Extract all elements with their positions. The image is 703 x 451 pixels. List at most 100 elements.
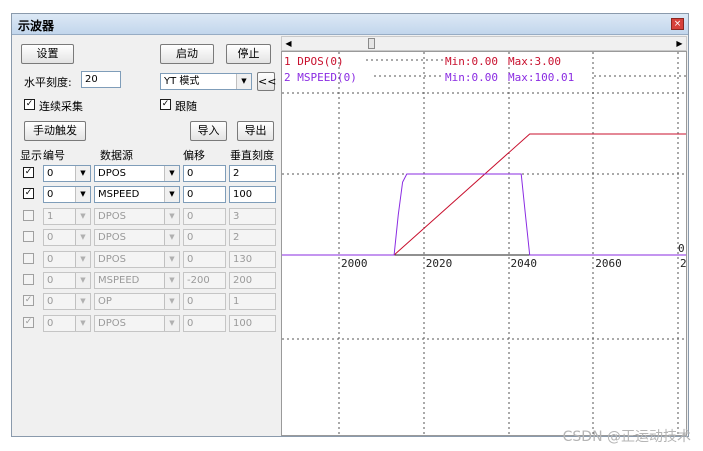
stop-button[interactable]: 停止 xyxy=(226,44,271,64)
row-source-value: MSPEED xyxy=(98,189,140,200)
chevron-down-icon: ▼ xyxy=(164,209,179,224)
series-line-1 xyxy=(282,133,686,256)
row-index-select[interactable]: 0 ▼ xyxy=(43,186,91,203)
row-index-value: 0 xyxy=(47,168,54,179)
scope-plot: 2000 2020 2040 2060 20(0 1 DPOS(0) Min:0.00 Max… xyxy=(282,52,686,435)
row-index-value: 0 xyxy=(47,232,54,243)
row-vscale-input[interactable]: 100 xyxy=(229,186,276,203)
oscilloscope-window: 示波器 × 设置 启动 停止 水平刻度: 20 YT 模式 ▼ << ✓ 连续采… xyxy=(11,13,689,437)
header-source: 数据源 xyxy=(100,149,133,162)
row-index-value: 0 xyxy=(47,296,54,307)
row-offset-input[interactable]: 0 xyxy=(183,229,226,246)
row-index-value: 0 xyxy=(47,318,54,329)
chevron-down-icon: ▼ xyxy=(75,294,90,309)
row-index-select[interactable]: 0 ▼ xyxy=(43,272,91,289)
row-source-select[interactable]: OP ▼ xyxy=(94,293,180,310)
row-index-select[interactable]: 0 ▼ xyxy=(43,165,91,182)
x-tick-label: 2020 xyxy=(426,257,453,270)
row-source-select[interactable]: DPOS ▼ xyxy=(94,229,180,246)
row-offset-input[interactable]: 0 xyxy=(183,315,226,332)
row-show-checkbox[interactable]: ✓ xyxy=(23,317,34,328)
row-vscale-input[interactable]: 100 xyxy=(229,315,276,332)
chevron-down-icon: ▼ xyxy=(164,252,179,267)
row-show-checkbox[interactable]: ✓ xyxy=(23,295,34,306)
row-source-select[interactable]: DPOS ▼ xyxy=(94,315,180,332)
row-source-select[interactable]: MSPEED ▼ xyxy=(94,186,180,203)
window-title: 示波器 xyxy=(18,19,55,33)
channel-label: 1 DPOS(0) xyxy=(284,55,344,68)
row-show-checkbox[interactable] xyxy=(23,231,34,242)
row-show-checkbox[interactable]: ✓ xyxy=(23,167,34,178)
row-index-value: 0 xyxy=(47,189,54,200)
continuous-checkbox[interactable]: ✓ xyxy=(24,99,35,110)
row-index-select[interactable]: 0 ▼ xyxy=(43,229,91,246)
chevron-down-icon: ▼ xyxy=(164,166,179,181)
row-source-value: OP xyxy=(98,296,112,307)
scroll-right-icon[interactable]: ▶ xyxy=(673,37,686,50)
row-vscale-input[interactable]: 1 xyxy=(229,293,276,310)
x-tick-label: 2060 xyxy=(595,257,622,270)
x-tick-label: 20( xyxy=(680,257,686,270)
row-offset-input[interactable]: 0 xyxy=(183,165,226,182)
row-index-select[interactable]: 0 ▼ xyxy=(43,293,91,310)
chevron-down-icon: ▼ xyxy=(75,230,90,245)
watermark: CSDN @正运动技术 xyxy=(562,429,691,445)
chevron-down-icon: ▼ xyxy=(164,316,179,331)
row-vscale-input[interactable]: 200 xyxy=(229,272,276,289)
header-vscale: 垂直刻度 xyxy=(230,149,274,162)
row-offset-input[interactable]: 0 xyxy=(183,293,226,310)
chevron-down-icon: ▼ xyxy=(75,187,90,202)
row-index-select[interactable]: 1 ▼ xyxy=(43,208,91,225)
continuous-label: 连续采集 xyxy=(39,100,83,113)
row-source-select[interactable]: DPOS ▼ xyxy=(94,251,180,268)
header-index: 编号 xyxy=(43,149,65,162)
chevron-down-icon: ▼ xyxy=(164,294,179,309)
follow-checkbox[interactable]: ✓ xyxy=(160,99,171,110)
row-show-checkbox[interactable]: ✓ xyxy=(23,188,34,199)
row-source-value: DPOS xyxy=(98,318,126,329)
scope-scrollbar[interactable]: ◀ ▶ xyxy=(281,36,687,51)
hscale-input[interactable]: 20 xyxy=(81,71,121,88)
row-vscale-input[interactable]: 2 xyxy=(229,229,276,246)
row-index-value: 0 xyxy=(47,254,54,265)
row-index-select[interactable]: 0 ▼ xyxy=(43,251,91,268)
row-show-checkbox[interactable] xyxy=(23,210,34,221)
channel-min: Min:0.00 xyxy=(445,55,498,68)
row-source-value: DPOS xyxy=(98,211,126,222)
row-index-value: 1 xyxy=(47,211,54,222)
collapse-button[interactable]: << xyxy=(257,72,276,91)
row-source-select[interactable]: DPOS ▼ xyxy=(94,165,180,182)
start-button[interactable]: 启动 xyxy=(160,44,214,64)
row-index-select[interactable]: 0 ▼ xyxy=(43,315,91,332)
x-tick-label: 2040 xyxy=(511,257,538,270)
row-vscale-input[interactable]: 2 xyxy=(229,165,276,182)
row-source-value: DPOS xyxy=(98,254,126,265)
row-vscale-input[interactable]: 130 xyxy=(229,251,276,268)
row-offset-input[interactable]: 0 xyxy=(183,251,226,268)
channel-label: 2 MSPEED(0) xyxy=(284,71,357,84)
chevron-down-icon: ▼ xyxy=(236,74,251,89)
row-offset-input[interactable]: 0 xyxy=(183,208,226,225)
row-source-select[interactable]: MSPEED ▼ xyxy=(94,272,180,289)
row-source-select[interactable]: DPOS ▼ xyxy=(94,208,180,225)
row-source-value: DPOS xyxy=(98,168,126,179)
chevron-down-icon: ▼ xyxy=(75,166,90,181)
row-offset-input[interactable]: 0 xyxy=(183,186,226,203)
settings-button[interactable]: 设置 xyxy=(21,44,74,64)
import-button[interactable]: 导入 xyxy=(190,121,227,141)
scroll-left-icon[interactable]: ◀ xyxy=(282,37,295,50)
zero-label: 0 xyxy=(678,242,685,255)
manual-trigger-button[interactable]: 手动触发 xyxy=(24,121,86,141)
row-show-checkbox[interactable] xyxy=(23,274,34,285)
scroll-thumb[interactable] xyxy=(368,38,375,49)
header-offset: 偏移 xyxy=(183,149,205,162)
row-show-checkbox[interactable] xyxy=(23,253,34,264)
header-show: 显示 xyxy=(20,149,42,162)
title-bar: 示波器 × xyxy=(12,14,688,35)
row-vscale-input[interactable]: 3 xyxy=(229,208,276,225)
export-button[interactable]: 导出 xyxy=(237,121,274,141)
mode-select[interactable]: YT 模式 ▼ xyxy=(160,73,252,90)
close-icon[interactable]: × xyxy=(671,18,684,30)
row-offset-input[interactable]: -200 xyxy=(183,272,226,289)
chevron-down-icon: ▼ xyxy=(75,316,90,331)
